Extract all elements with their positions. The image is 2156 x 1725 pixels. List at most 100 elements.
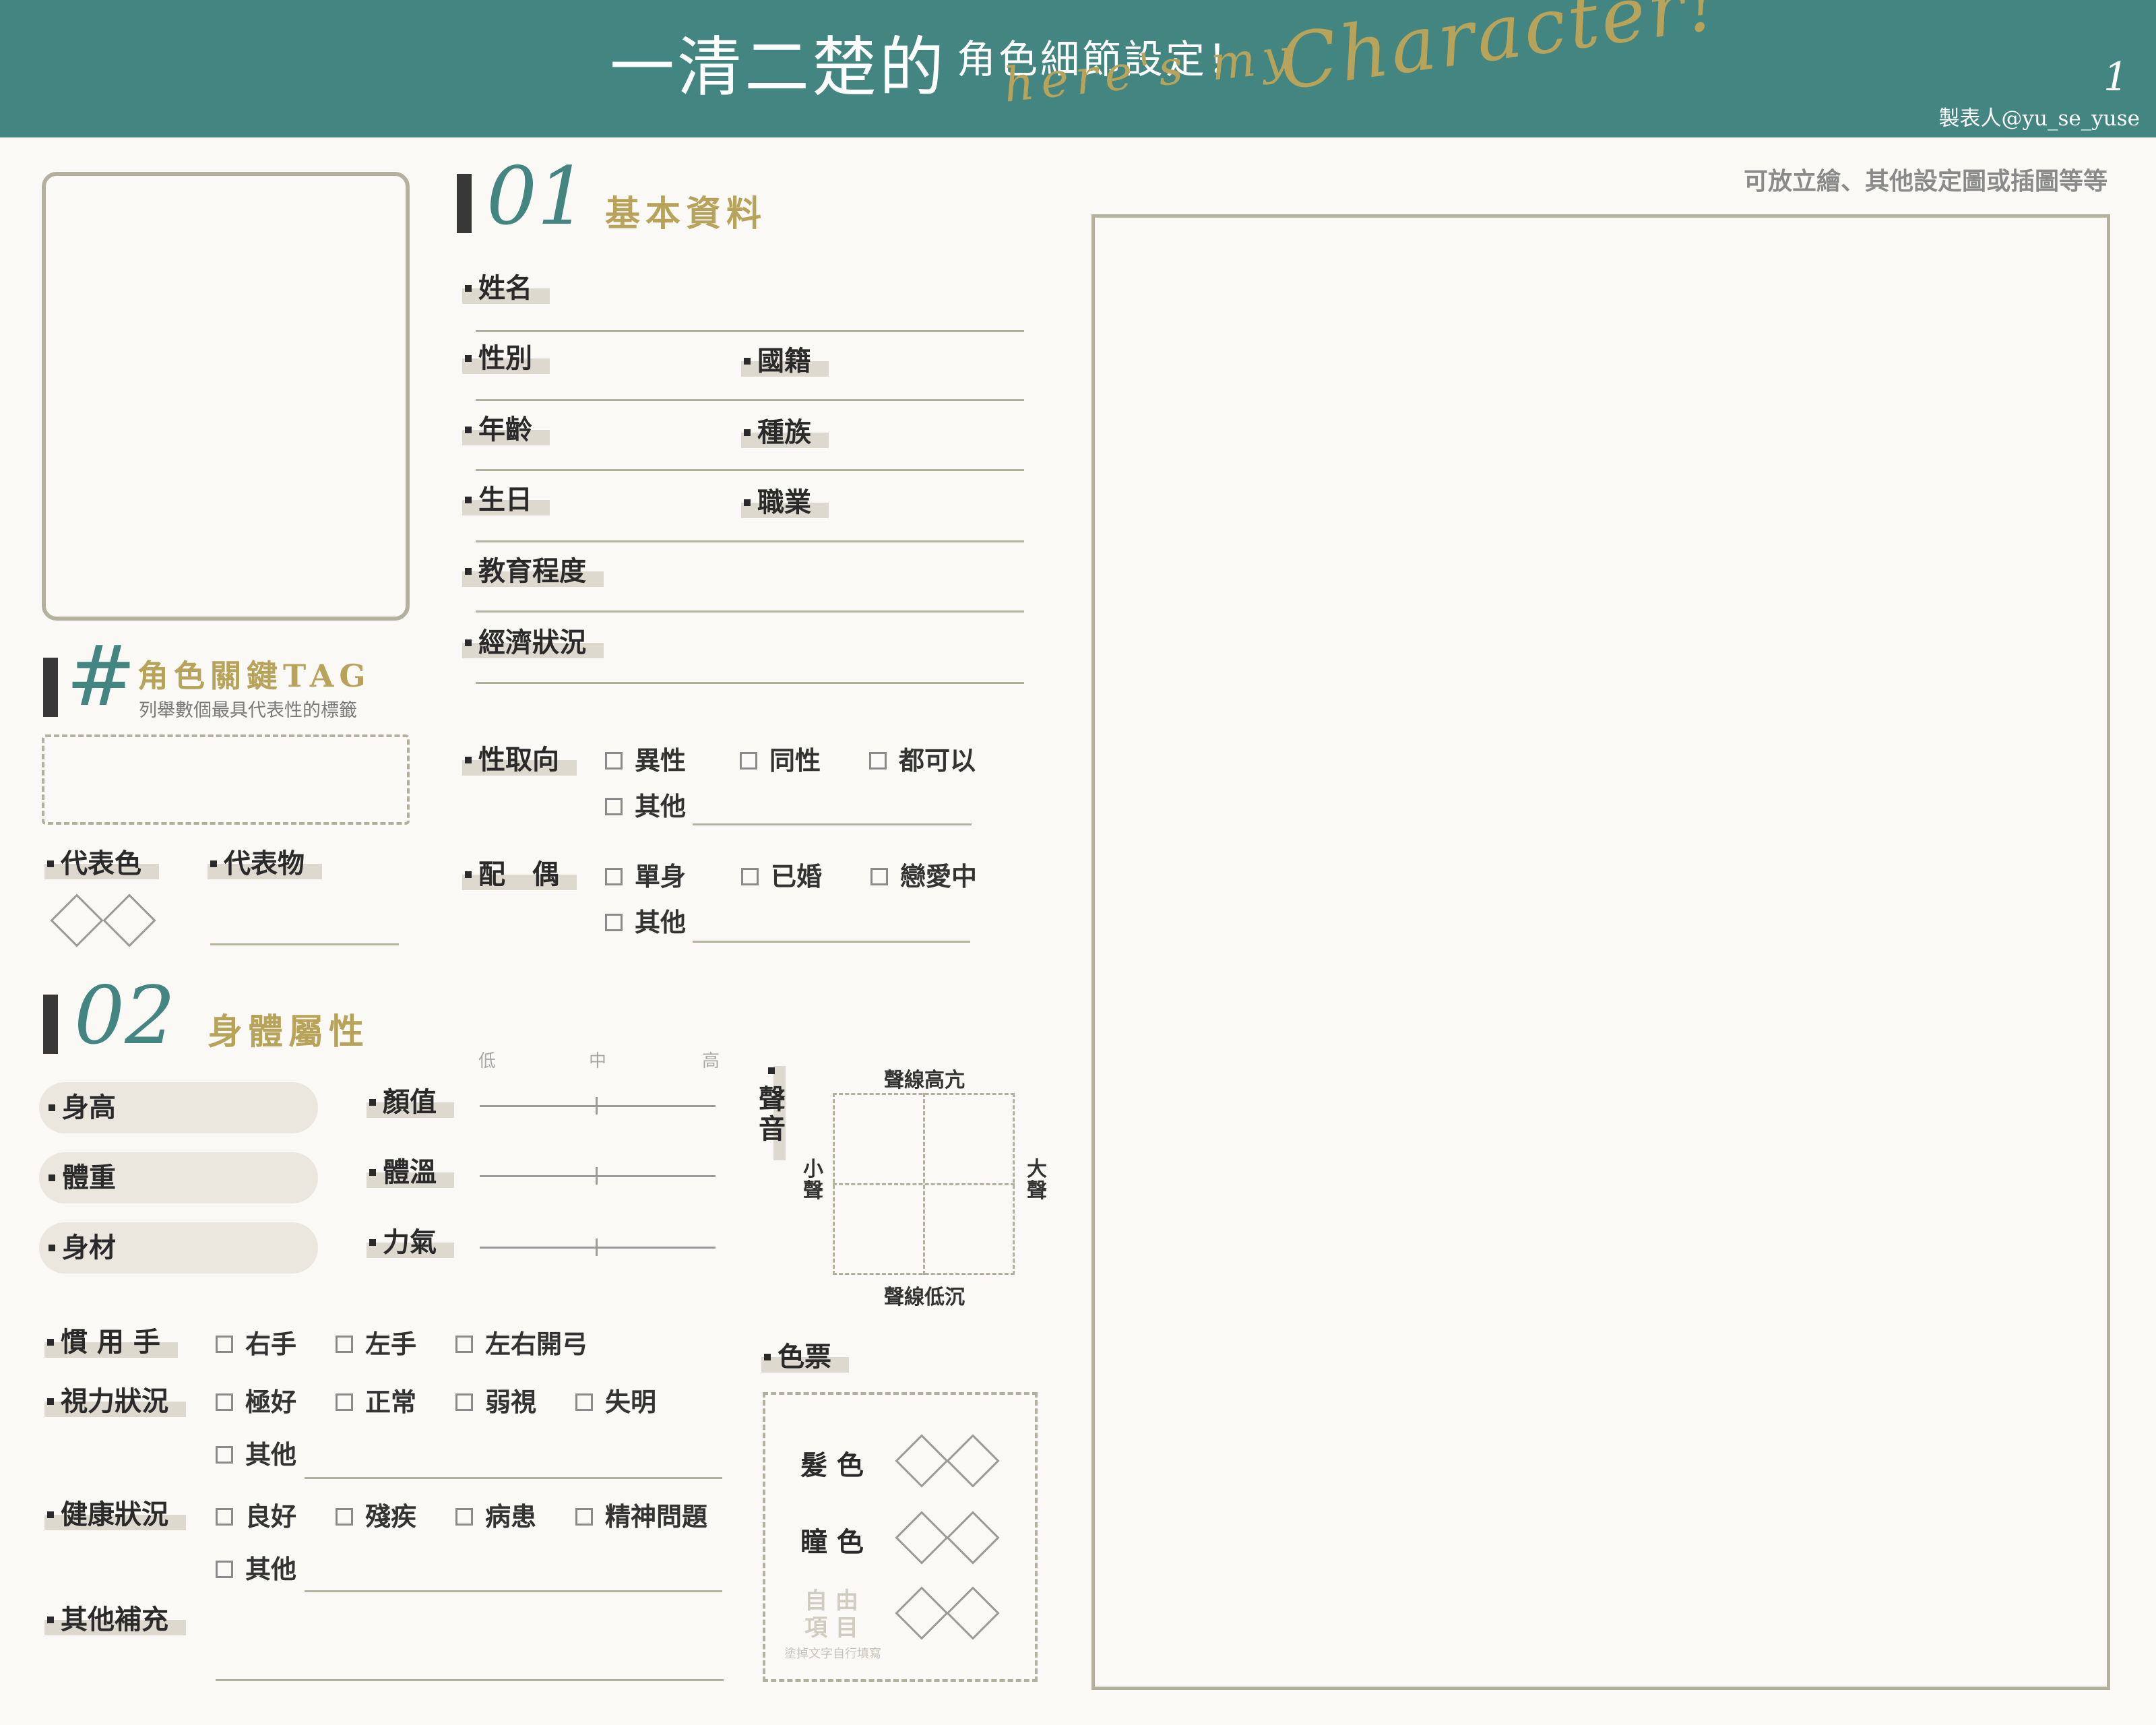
checkbox-icon [740,751,757,770]
checkbox-icon [336,1335,353,1353]
slider-label-strength: 力氣 [367,1225,454,1260]
slider-strength[interactable] [480,1238,716,1256]
slider-label-temperature: 體溫 [367,1155,454,1190]
tag-box[interactable] [42,734,410,825]
vision-other-line[interactable] [305,1477,722,1479]
checkbox-icon [216,1445,233,1464]
partner-other-line[interactable] [693,941,970,943]
slider-temperature[interactable] [480,1167,716,1185]
checkbox-hand-right[interactable]: 右手 [216,1327,296,1361]
checkbox-icon [869,751,887,770]
illustration-frame[interactable] [1091,214,2110,1690]
other-supplement-line[interactable] [216,1679,724,1681]
page-number: 1 [2103,54,2128,100]
field-label-health: 健康狀況 [44,1497,186,1532]
voice-label-dot [768,1067,775,1074]
field-label-race: 種族 [741,415,829,450]
checkbox-health-good[interactable]: 良好 [216,1500,296,1534]
field-label-partner: 配 偶 [462,857,577,892]
checkbox-vision-weak[interactable]: 弱視 [455,1385,536,1419]
tag-section-bar [43,658,58,717]
pill-weight[interactable]: 體重 [39,1152,318,1203]
checkbox-orientation-any[interactable]: 都可以 [869,744,976,778]
checkbox-icon [605,867,623,885]
rep-item-line[interactable] [210,943,399,945]
checkbox-health-ill[interactable]: 病患 [455,1500,536,1534]
field-label-orientation: 性取向 [462,743,577,778]
checkbox-icon [605,751,623,770]
field-label-nationality: 國籍 [741,344,829,379]
rep-color-swatch-1[interactable] [50,893,104,947]
checkbox-icon [455,1335,473,1353]
voice-label: 聲音 [759,1084,786,1145]
tag-section-subtitle: 列舉數個最具代表性的標籤 [139,700,357,721]
checkbox-vision-other[interactable]: 其他 [216,1438,296,1472]
checkbox-partner-other[interactable]: 其他 [605,906,686,939]
illustration-note: 可放立繪、其他設定圖或插圖等等 [1743,168,2107,195]
education-line[interactable] [476,610,1024,613]
checkbox-partner-dating[interactable]: 戀愛中 [870,860,977,893]
section-02-number: 02 [74,969,176,1062]
checkbox-orientation-hetero[interactable]: 異性 [605,744,686,778]
checkbox-icon [605,797,623,815]
color-chart-free-label-2: 項 目 [804,1614,858,1641]
field-label-gender: 性別 [462,341,550,376]
checkbox-hand-both[interactable]: 左右開弓 [455,1327,588,1361]
pill-height[interactable]: 身高 [39,1082,318,1133]
checkbox-partner-single[interactable]: 單身 [605,860,686,893]
checkbox-vision-blind[interactable]: 失明 [575,1385,656,1419]
hash-icon: # [66,628,136,725]
color-chart-free-note: 塗掉文字自行填寫 [784,1647,881,1661]
checkbox-health-other[interactable]: 其他 [216,1552,296,1586]
checkbox-icon [216,1335,233,1353]
checkbox-orientation-other[interactable]: 其他 [605,790,686,823]
health-other-line[interactable] [305,1590,722,1592]
birthday-line[interactable] [476,540,1024,542]
checkbox-vision-excellent[interactable]: 極好 [216,1385,296,1419]
checkbox-icon [216,1393,233,1411]
scale-mid: 中 [589,1051,607,1071]
tag-section-title: 角色關鍵TAG [137,658,371,694]
checkbox-partner-married[interactable]: 已婚 [741,860,822,893]
field-label-color-chart: 色票 [761,1340,849,1375]
checkbox-icon [216,1560,233,1578]
checkbox-icon [455,1393,473,1411]
field-label-occupation: 職業 [741,485,829,520]
checkbox-icon [455,1507,473,1526]
economy-line[interactable] [476,682,1024,684]
gender-line[interactable] [476,399,1024,401]
checkbox-icon [741,867,759,885]
checkbox-hand-left[interactable]: 左手 [336,1327,416,1361]
color-chart-hair-label: 髮 色 [800,1450,864,1481]
section-02-bar [43,995,58,1054]
section-01-title: 基本資料 [605,193,767,234]
voice-grid-horizontal [833,1183,1015,1185]
name-line[interactable] [476,330,1024,332]
field-label-name: 姓名 [462,271,550,306]
pill-body-shape[interactable]: 身材 [39,1222,318,1274]
slider-looks[interactable] [480,1097,716,1115]
scale-low: 低 [478,1051,497,1071]
age-line[interactable] [476,469,1024,471]
field-label-other-supplement: 其他補充 [44,1602,186,1637]
section-01-number: 01 [486,150,588,243]
checkbox-health-mental[interactable]: 精神問題 [575,1500,707,1534]
checkbox-vision-normal[interactable]: 正常 [336,1385,416,1419]
checkbox-icon [575,1507,593,1526]
checkbox-orientation-homo[interactable]: 同性 [740,744,821,778]
checkbox-icon [870,867,888,885]
slider-label-looks: 顏值 [367,1085,454,1120]
voice-right-label: 大聲 [1027,1158,1047,1203]
section-02-title: 身體屬性 [208,1011,370,1053]
voice-bottom-label: 聲線低沉 [884,1286,965,1309]
checkbox-icon [336,1507,353,1526]
orientation-other-line[interactable] [693,823,972,825]
checkbox-health-disabled[interactable]: 殘疾 [336,1500,416,1534]
portrait-frame[interactable] [42,172,410,621]
voice-top-label: 聲線高亢 [884,1069,965,1092]
checkbox-icon [336,1393,353,1411]
rep-color-swatch-2[interactable] [102,893,156,947]
field-label-birthday: 生日 [462,482,550,518]
field-label-education: 教育程度 [462,554,604,589]
field-label-age: 年齡 [462,412,550,447]
